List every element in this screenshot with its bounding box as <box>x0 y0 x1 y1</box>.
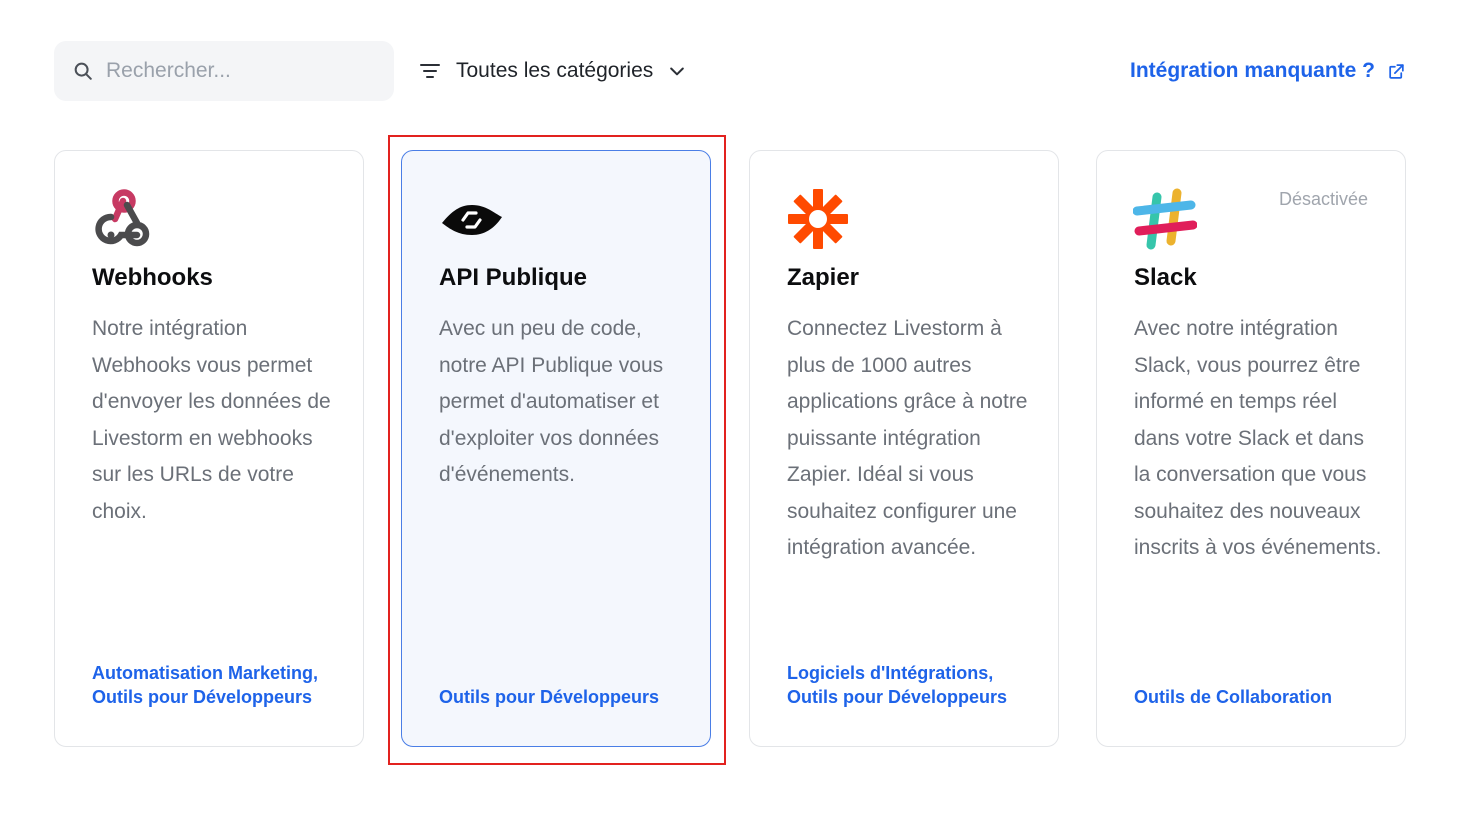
card-categories[interactable]: Outils pour Développeurs <box>439 685 689 709</box>
integration-card-api-publique[interactable]: API Publique Avec un peu de code, notre … <box>401 150 711 747</box>
integration-card-zapier[interactable]: Zapier Connectez Livestorm à plus de 100… <box>749 150 1059 747</box>
card-title: Slack <box>1134 264 1197 291</box>
search-icon <box>74 62 92 80</box>
card-categories[interactable]: Logiciels d'Intégrations, Outils pour Dé… <box>787 661 1037 709</box>
card-description: Avec notre intégration Slack, vous pourr… <box>1134 317 1382 559</box>
category-filter-label: Toutes les catégories <box>456 59 654 82</box>
search-input[interactable] <box>104 58 378 84</box>
card-title: Zapier <box>787 264 860 291</box>
integrations-page: Toutes les catégories Intégration manqua… <box>0 0 1474 828</box>
card-title: API Publique <box>439 264 588 291</box>
card-categories[interactable]: Automatisation Marketing, Outils pour Dé… <box>92 661 342 709</box>
webhooks-logo-icon <box>95 189 150 247</box>
card-categories[interactable]: Outils de Collaboration <box>1134 685 1384 709</box>
search-box[interactable] <box>54 41 394 101</box>
chevron-down-icon <box>670 67 685 76</box>
external-link-icon <box>1389 63 1404 79</box>
integration-card-slack[interactable]: Désactivée Slack Avec notre intégration … <box>1096 150 1406 747</box>
slack-logo-icon <box>1133 188 1197 250</box>
category-filter-dropdown[interactable]: Toutes les catégories <box>418 41 687 101</box>
integration-card-webhooks[interactable]: Webhooks Notre intégration Webhooks vous… <box>54 150 364 747</box>
card-description: Avec un peu de code, notre API Publique … <box>439 317 664 486</box>
missing-integration-label: Intégration manquante ? <box>1129 59 1375 82</box>
card-description: Notre intégration Webhooks vous permet d… <box>92 317 331 523</box>
filter-icon <box>420 64 440 78</box>
api-logo-icon <box>442 205 502 235</box>
card-description: Connectez Livestorm à plus de 1000 autre… <box>787 317 1028 559</box>
zapier-logo-icon <box>788 189 848 249</box>
missing-integration-link[interactable]: Intégration manquante ? <box>1130 41 1406 101</box>
card-title: Webhooks <box>92 264 213 291</box>
status-badge: Désactivée <box>1278 189 1368 209</box>
